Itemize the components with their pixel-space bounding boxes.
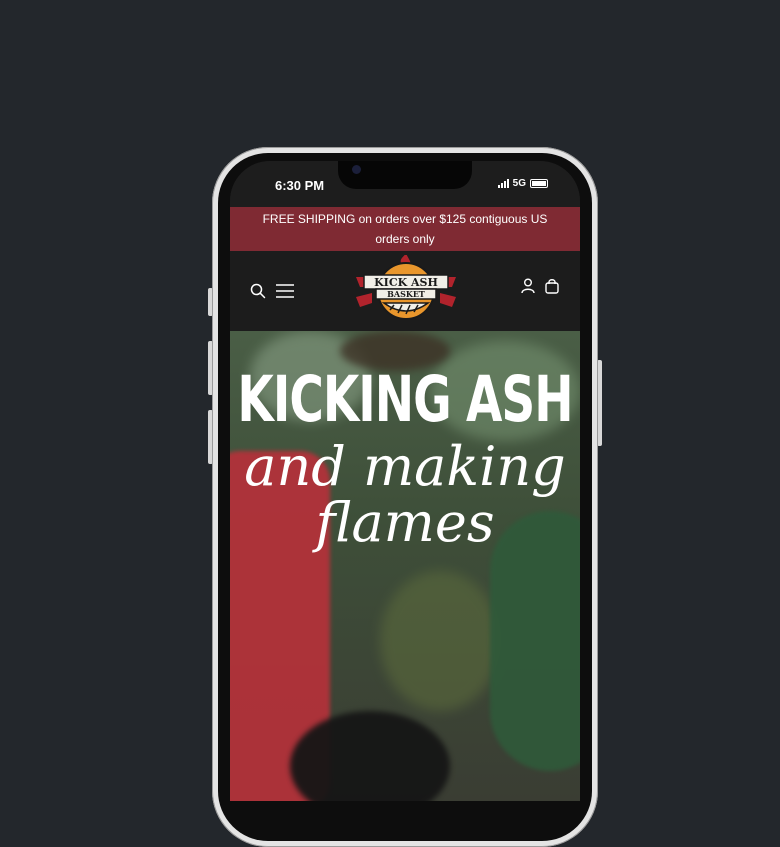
signal-icon — [497, 179, 509, 188]
announcement-bar[interactable]: FREE SHIPPING on orders over $125 contig… — [230, 207, 580, 251]
account-icon[interactable] — [520, 277, 536, 295]
cart-icon[interactable] — [543, 277, 561, 295]
hero-script-text: and making flames — [230, 439, 580, 551]
logo-line2: BASKET — [387, 289, 425, 299]
menu-icon[interactable] — [274, 281, 296, 301]
hero-script-line1: and making — [244, 435, 566, 498]
logo-line1: KICK ASH — [374, 276, 438, 289]
battery-icon — [530, 179, 548, 188]
foliage-highlight — [380, 571, 500, 711]
status-indicators: 5G — [497, 178, 548, 189]
announcement-text: FREE SHIPPING on orders over $125 contig… — [262, 212, 548, 246]
network-label: 5G — [512, 178, 526, 189]
hero-title: KICKING ASH — [237, 363, 573, 438]
search-icon[interactable] — [248, 281, 268, 301]
front-camera — [352, 165, 361, 174]
hero-banner[interactable]: KICKING ASH and making flames — [230, 331, 580, 801]
site-header: KICK ASH BASKET — [230, 251, 580, 331]
site-logo[interactable]: KICK ASH BASKET — [354, 253, 458, 323]
hero-script-line2: flames — [315, 491, 495, 554]
status-bar: 6:30 PM 5G — [230, 161, 580, 207]
phone-screen: 6:30 PM 5G FREE SHIPPING on orders over … — [230, 161, 580, 801]
status-time: 6:30 PM — [275, 178, 325, 193]
notch — [338, 161, 472, 189]
